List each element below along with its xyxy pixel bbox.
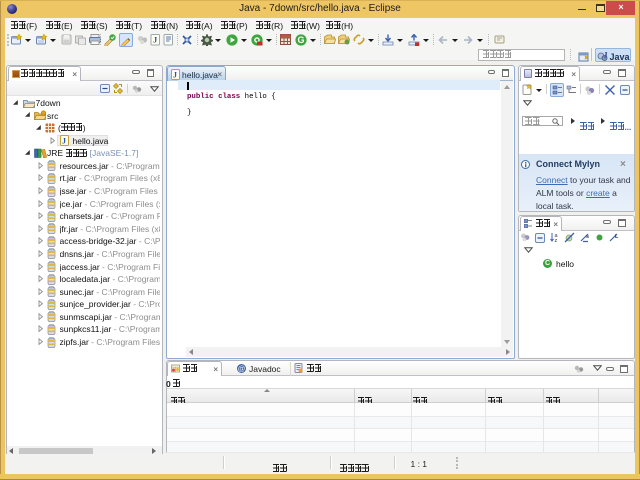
svg-text:J: J bbox=[173, 70, 177, 79]
svg-text:L: L bbox=[615, 234, 619, 240]
svg-text:J: J bbox=[62, 137, 66, 146]
svg-text:G: G bbox=[298, 35, 305, 45]
svg-text:s: s bbox=[586, 234, 589, 240]
svg-text:z: z bbox=[555, 238, 558, 243]
svg-text:J: J bbox=[603, 51, 607, 60]
